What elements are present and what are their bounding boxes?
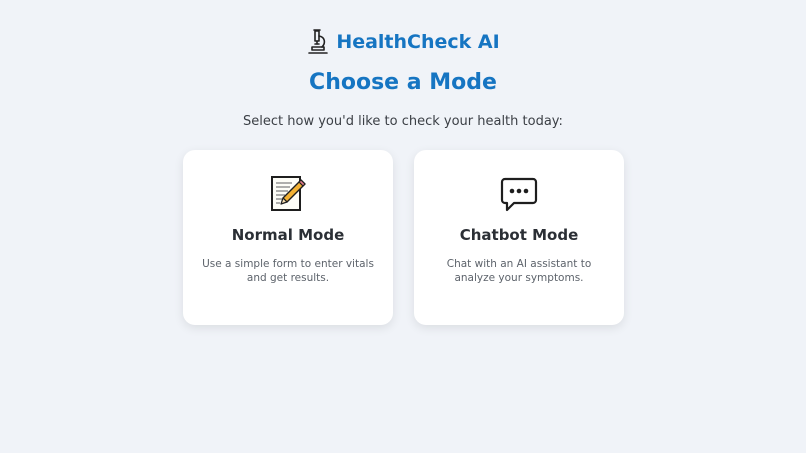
chatbot-mode-description: Chat with an AI assistant to analyze you… — [446, 258, 592, 284]
chatbot-mode-card[interactable]: Chatbot Mode Chat with an AI assistant t… — [414, 150, 624, 325]
page-title: Choose a Mode — [309, 70, 497, 95]
normal-mode-title: Normal Mode — [231, 226, 345, 244]
normal-mode-card[interactable]: Normal Mode Use a simple form to enter v… — [183, 150, 393, 325]
chatbot-mode-title: Chatbot Mode — [459, 226, 579, 244]
app-name: HealthCheck AI — [336, 31, 500, 53]
microscope-icon — [306, 28, 330, 56]
chat-bubble-icon — [414, 174, 624, 212]
app-header: HealthCheck AI — [0, 28, 806, 56]
page-subtitle: Select how you'd like to check your heal… — [243, 114, 563, 129]
memo-pencil-icon — [183, 174, 393, 212]
normal-mode-description: Use a simple form to enter vitals and ge… — [202, 258, 374, 284]
